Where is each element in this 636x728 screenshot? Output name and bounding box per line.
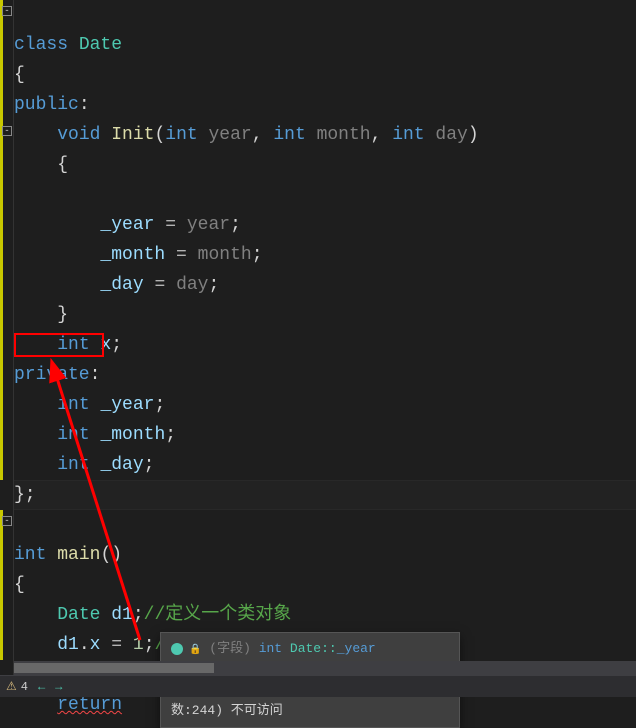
member-x: x xyxy=(90,635,101,655)
var-year: year xyxy=(187,215,230,235)
funcname-main: main xyxy=(57,545,100,565)
var-month: month xyxy=(198,245,252,265)
nav-back-icon[interactable]: ← xyxy=(38,680,45,694)
lock-icon: 🔒 xyxy=(189,641,201,661)
field-icon xyxy=(171,643,183,655)
keyword-return: return xyxy=(57,695,122,715)
tooltip-scope: Date:: xyxy=(290,641,337,656)
warning-icon[interactable]: ⚠ xyxy=(6,679,17,694)
member-month: _month xyxy=(100,425,165,445)
editor-gutter: - - - xyxy=(0,0,14,697)
member-month: _month xyxy=(100,245,165,265)
fold-icon[interactable]: - xyxy=(2,126,12,136)
var-d1: d1 xyxy=(57,635,79,655)
var-day: day xyxy=(176,275,208,295)
fold-icon[interactable]: - xyxy=(2,6,12,16)
param-year: year xyxy=(209,125,252,145)
code-editor[interactable]: class Date { public: void Init(int year,… xyxy=(14,0,636,720)
type-int: int xyxy=(273,125,305,145)
tooltip-type: int xyxy=(259,641,282,656)
classname-date: Date xyxy=(57,605,100,625)
scrollbar-thumb[interactable] xyxy=(14,663,214,673)
change-marker xyxy=(0,510,3,660)
horizontal-scrollbar[interactable] xyxy=(14,661,636,675)
warning-count[interactable]: 4 xyxy=(21,680,28,694)
member-year: _year xyxy=(100,215,154,235)
type-int: int xyxy=(165,125,197,145)
classname-date: Date xyxy=(79,35,122,55)
member-day: _day xyxy=(100,455,143,475)
number-1: 1 xyxy=(133,635,144,655)
comment: //定义一个类对象 xyxy=(144,605,292,625)
var-d1: d1 xyxy=(111,605,133,625)
member-year: _year xyxy=(100,395,154,415)
param-day: day xyxy=(435,125,467,145)
member-day: _day xyxy=(100,275,143,295)
nav-forward-icon[interactable]: → xyxy=(55,680,62,694)
tooltip-field-label: (字段) xyxy=(209,641,251,656)
fold-icon[interactable]: - xyxy=(2,516,12,526)
type-int: int xyxy=(57,425,89,445)
type-int: int xyxy=(14,545,46,565)
brace: }; xyxy=(14,485,36,505)
funcname-init: Init xyxy=(111,125,154,145)
type-int: int xyxy=(57,395,89,415)
keyword-class: class xyxy=(14,35,68,55)
keyword-void: void xyxy=(57,125,100,145)
keyword-private: private xyxy=(14,365,90,385)
brace: { xyxy=(57,155,68,175)
brace: { xyxy=(14,575,25,595)
change-marker xyxy=(0,0,3,480)
param-month: month xyxy=(317,125,371,145)
type-int: int xyxy=(392,125,424,145)
tooltip-name: _year xyxy=(337,641,376,656)
status-bar: ⚠ 4 ← → xyxy=(0,675,636,697)
keyword-public: public xyxy=(14,95,79,115)
brace: { xyxy=(14,65,25,85)
highlight-private-box xyxy=(14,333,104,357)
brace: } xyxy=(57,305,68,325)
type-int: int xyxy=(57,455,89,475)
